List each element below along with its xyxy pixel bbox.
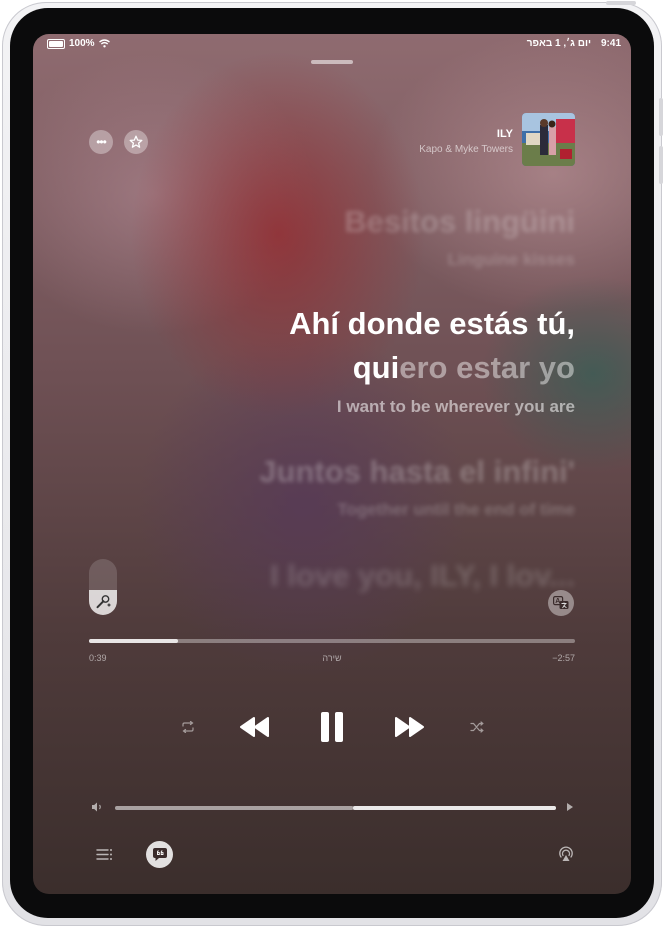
volume-down-button xyxy=(659,146,663,184)
progress-bar[interactable] xyxy=(89,639,575,643)
lyric-translation-previous: Linguine kisses xyxy=(447,250,575,269)
microphone-icon xyxy=(96,595,111,609)
forward-icon xyxy=(395,717,424,737)
volume-up-button xyxy=(659,98,663,136)
rewind-button[interactable] xyxy=(237,712,273,742)
ellipsis-icon: ••• xyxy=(96,135,107,149)
lyric-unsung-part: ero estar yo xyxy=(399,350,575,385)
repeat-button[interactable] xyxy=(179,718,197,736)
lyrics-button[interactable] xyxy=(146,841,173,868)
forward-button[interactable] xyxy=(391,712,427,742)
section-label: שירה xyxy=(322,653,342,663)
pause-icon xyxy=(321,712,343,742)
lyric-line-following[interactable]: I love you, ILY, I lov... xyxy=(270,558,575,594)
queue-icon xyxy=(95,848,112,860)
song-artist: Kapo & Myke Towers xyxy=(419,144,513,155)
vocal-level-slider[interactable] xyxy=(89,559,117,615)
wifi-icon xyxy=(98,39,110,48)
album-artwork[interactable] xyxy=(522,113,575,166)
volume-high-icon xyxy=(567,803,573,811)
rewind-icon xyxy=(240,717,269,737)
status-left: 100% xyxy=(47,38,110,49)
battery-percent: 100% xyxy=(69,38,95,49)
airplay-button[interactable] xyxy=(555,844,577,864)
lyrics-icon xyxy=(152,848,167,861)
battery-icon xyxy=(47,38,65,49)
now-playing-screen: 100% יום ג׳, 1 באפר 9:41 ••• ILY Kapo & … xyxy=(33,34,631,894)
airplay-icon xyxy=(559,846,573,861)
lyric-line-next[interactable]: Juntos hasta el infini' xyxy=(259,454,575,490)
song-title: ILY xyxy=(496,128,513,140)
translate-icon: A xyxy=(553,596,569,609)
status-date: יום ג׳, 1 באפר xyxy=(526,38,591,49)
pause-button[interactable] xyxy=(313,708,351,746)
lyric-line-previous[interactable]: Besitos lingüini xyxy=(344,204,575,240)
lyric-sung-part: qui xyxy=(352,350,400,385)
lyric-translation-next: Together until the end of time xyxy=(337,500,575,519)
lyric-translation-current: I want to be wherever you are xyxy=(336,397,575,416)
shuffle-button[interactable] xyxy=(468,718,486,736)
lyric-line-current-2[interactable]: quiero estar yo xyxy=(353,350,575,386)
sheet-grabber[interactable] xyxy=(311,60,353,64)
favorite-button[interactable] xyxy=(124,130,148,154)
more-button[interactable]: ••• xyxy=(89,130,113,154)
queue-button[interactable] xyxy=(93,844,115,864)
volume-low-icon xyxy=(92,802,101,812)
status-right: יום ג׳, 1 באפר 9:41 xyxy=(527,38,621,49)
shuffle-icon xyxy=(470,721,484,733)
lyric-line-current[interactable]: Ahí donde estás tú, xyxy=(289,306,575,342)
volume-slider[interactable] xyxy=(115,806,556,810)
repeat-icon xyxy=(182,721,194,733)
translate-button[interactable]: A xyxy=(548,590,574,616)
star-icon xyxy=(129,135,143,148)
top-button xyxy=(606,1,636,5)
remaining-time: −2:57 xyxy=(552,653,575,663)
status-time: 9:41 xyxy=(600,38,621,49)
